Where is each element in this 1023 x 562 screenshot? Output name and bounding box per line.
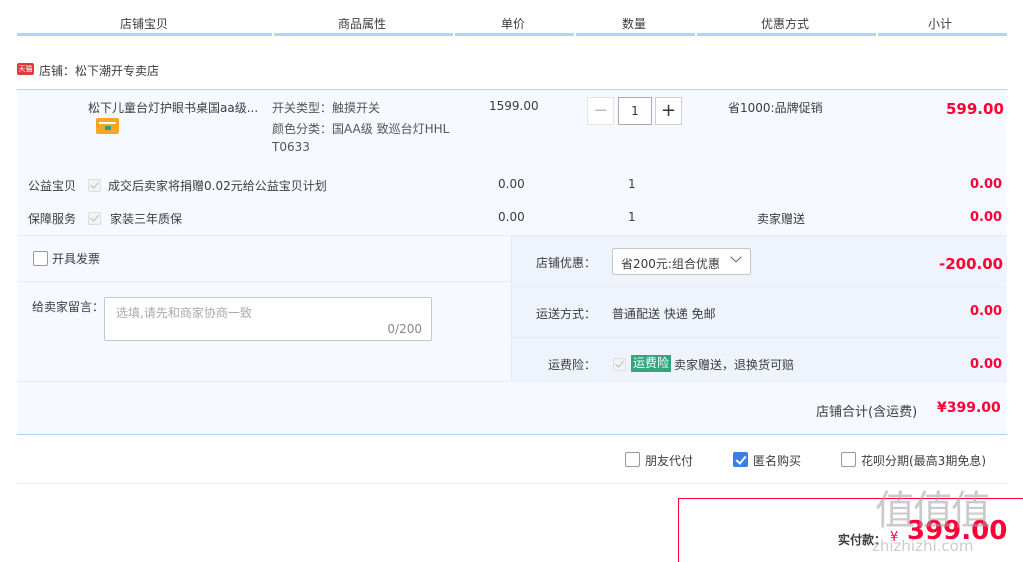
warranty-subtotal: 0.00 (970, 210, 1003, 225)
invoice-label[interactable]: 开具发票 (52, 250, 100, 267)
insurance-tag: 运费险 (631, 355, 672, 372)
insurance-amount: 0.00 (970, 357, 1003, 372)
warranty-checkbox (88, 212, 101, 225)
charity-checkbox (88, 179, 101, 192)
message-textarea[interactable]: 选填,请先和商家协商一致 0/200 (104, 297, 432, 341)
quantity-plus-button[interactable]: + (655, 97, 682, 125)
message-counter: 0/200 (387, 322, 422, 336)
huabei-checkbox[interactable] (841, 452, 856, 467)
shipping-label: 运送方式： (536, 307, 597, 321)
charity-text: 成交后卖家将捐赠0.02元给公益宝贝计划 (108, 179, 327, 193)
warranty-qty: 1 (628, 210, 636, 224)
warranty-text: 家装三年质保 (110, 212, 183, 226)
charity-label: 公益宝贝 (28, 179, 77, 193)
shop-discount-value: 省200元:组合优惠 (621, 257, 720, 271)
col-subtotal: 小计 (928, 17, 953, 31)
charity-qty: 1 (628, 177, 636, 191)
header-sep (695, 33, 697, 36)
friend-pay-checkbox[interactable] (625, 452, 640, 467)
friend-pay-label[interactable]: 朋友代付 (645, 452, 693, 469)
huabei-label[interactable]: 花呗分期(最高3期免息) (861, 452, 986, 469)
divider (511, 287, 1007, 288)
divider (17, 235, 1007, 236)
item-attr-color: 颜色分类：国AA级 致巡台灯HHL (272, 122, 450, 136)
header-sep (453, 33, 455, 36)
col-discount: 优惠方式 (761, 17, 810, 31)
quantity-input[interactable]: 1 (618, 97, 652, 125)
divider (511, 337, 1007, 338)
anonymous-checkbox[interactable] (733, 452, 748, 467)
shipping-amount: 0.00 (970, 304, 1003, 319)
invoice-checkbox[interactable] (33, 251, 48, 266)
watermark-logo: 值值值 (875, 488, 991, 534)
col-shop-item: 店铺宝贝 (120, 17, 169, 31)
card-icon (96, 118, 119, 134)
message-label: 给卖家留言： (32, 300, 105, 314)
divider (17, 281, 511, 282)
item-subtotal: 599.00 (946, 100, 1004, 118)
shop-total-label: 店铺合计(含运费) (816, 405, 918, 420)
col-attributes: 商品属性 (338, 17, 387, 31)
item-discount: 省1000:品牌促销 (728, 101, 823, 115)
shop-discount-amount: -200.00 (939, 255, 1004, 273)
message-placeholder: 选填,请先和商家协商一致 (116, 306, 252, 320)
shop-name[interactable]: 店铺：松下潮开专卖店 (39, 62, 159, 79)
tmall-badge-icon: 天猫 (17, 63, 34, 75)
divider (17, 381, 1007, 382)
insurance-label: 运费险： (548, 358, 597, 372)
header-sep (272, 33, 274, 36)
charity-subtotal: 0.00 (970, 177, 1003, 192)
col-quantity: 数量 (622, 17, 647, 31)
shipping-value: 普通配送 快递 免邮 (612, 307, 716, 321)
warranty-price: 0.00 (498, 210, 525, 224)
shop-discount-select[interactable]: 省200元:组合优惠 (612, 248, 751, 275)
quantity-minus-button[interactable]: − (587, 97, 614, 125)
charity-price: 0.00 (498, 177, 525, 191)
item-attr-model: T0633 (272, 140, 310, 154)
shop-discount-label: 店铺优惠： (536, 256, 597, 270)
item-attr-switch: 开关类型：触摸开关 (272, 101, 381, 115)
header-sep (876, 33, 878, 36)
header-sep (574, 33, 576, 36)
watermark-site: zhizhizhi.com (872, 537, 974, 555)
insurance-text: 卖家赠送，退换货可赔 (674, 358, 795, 372)
warranty-discount: 卖家赠送 (757, 212, 806, 226)
anonymous-label[interactable]: 匿名购买 (753, 452, 801, 469)
cart-header: 店铺宝贝 商品属性 单价 数量 优惠方式 小计 (17, 0, 1007, 36)
panel-divider (511, 235, 512, 381)
col-unit-price: 单价 (501, 17, 526, 31)
options-divider (17, 483, 1007, 484)
warranty-label: 保障服务 (28, 212, 77, 226)
header-divider (17, 33, 1007, 36)
chevron-down-icon (730, 251, 742, 263)
item-unit-price: 1599.00 (489, 99, 539, 113)
shop-total-amount: ¥399.00 (937, 400, 1001, 416)
item-title[interactable]: 松下儿童台灯护眼书桌国aa级... (88, 99, 258, 116)
insurance-checkbox (613, 358, 626, 371)
